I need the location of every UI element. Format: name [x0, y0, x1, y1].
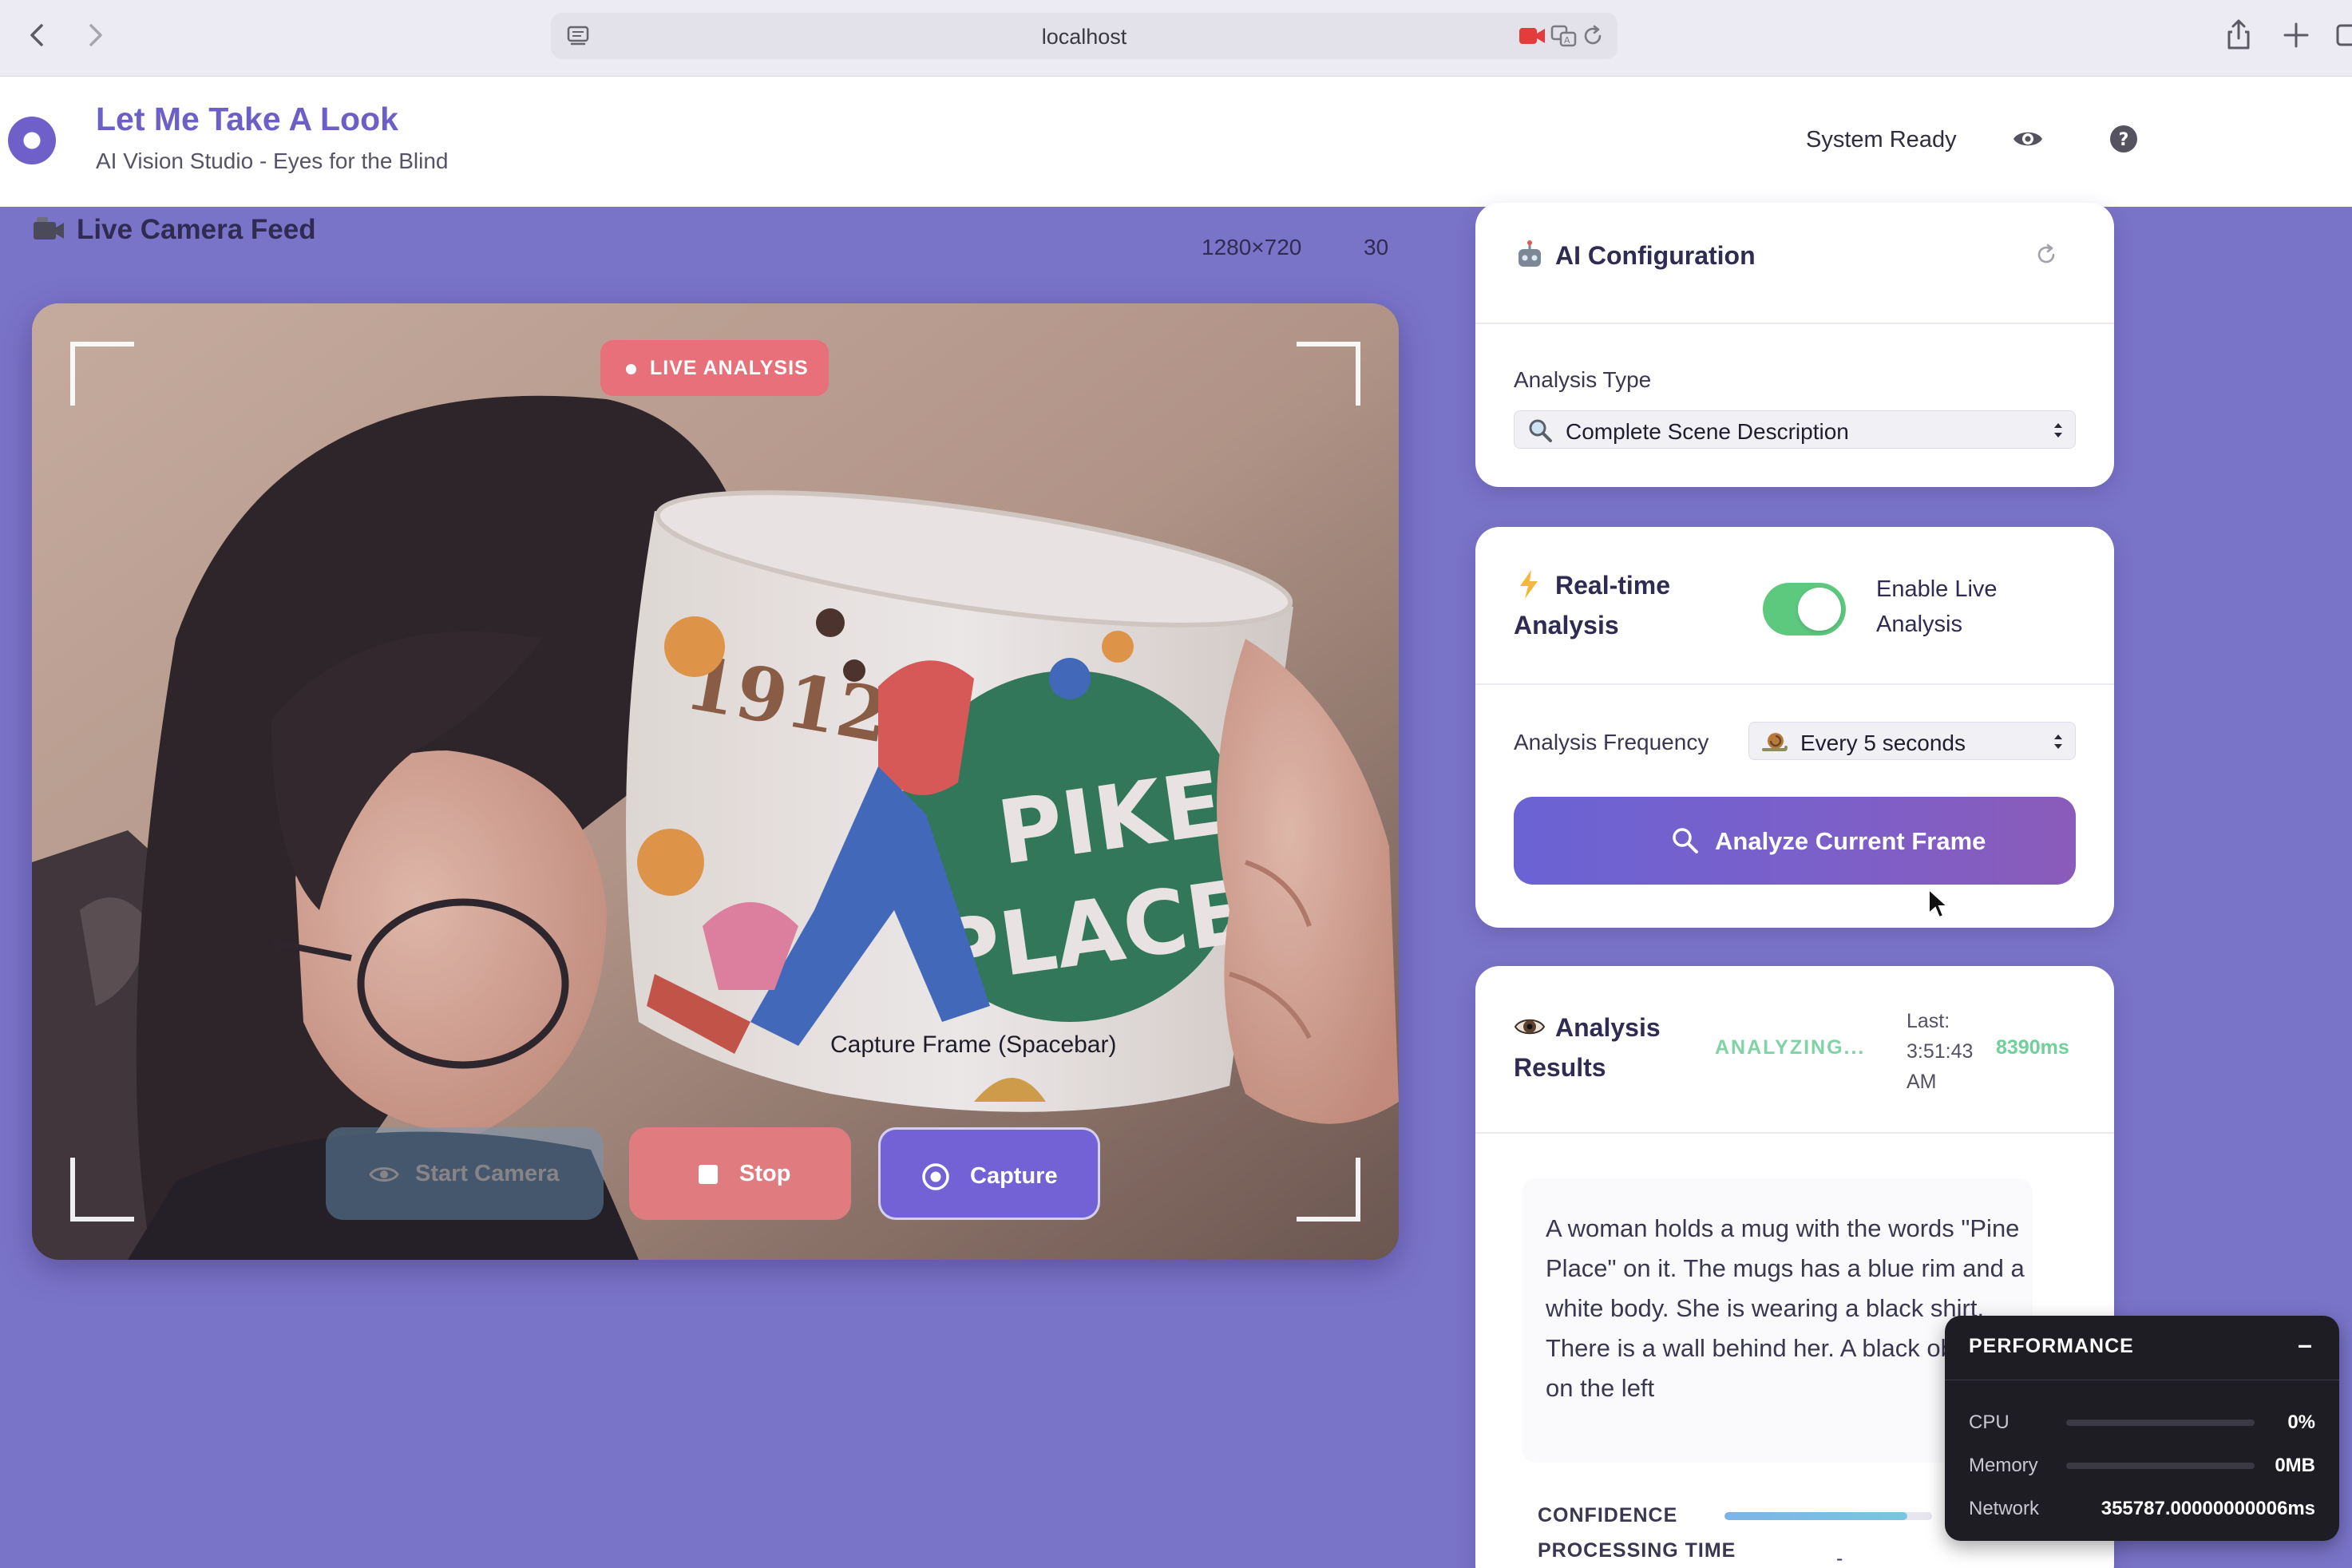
capture-target-icon	[922, 1163, 949, 1190]
frame-corner-top-right	[1297, 342, 1360, 406]
magnifier-icon	[1529, 419, 1552, 442]
app-header: Let Me Take A Look AI Vision Studio - Ey…	[0, 77, 2352, 207]
select-arrows-icon	[2054, 423, 2062, 438]
browser-toolbar: localhost A	[0, 0, 2352, 77]
snail-icon	[1762, 733, 1788, 751]
last-analysis-time: Last: 3:51:43 AM	[1907, 1010, 1974, 1093]
frame-corner-top-left	[70, 342, 134, 406]
stop-icon	[699, 1165, 718, 1184]
analysis-frequency-value: Every 5 seconds	[1800, 731, 1966, 755]
processing-time-value: -	[1836, 1547, 1843, 1568]
analysis-latency: 8390ms	[1996, 1036, 2069, 1059]
app-title: Let Me Take A Look	[96, 101, 398, 137]
camera-section-title: Live Camera Feed	[77, 214, 316, 245]
system-status: System Ready	[1806, 127, 1957, 152]
live-analysis-toggle-label: Enable Live Analysis	[1876, 576, 1998, 637]
memory-value: 0MB	[2275, 1455, 2315, 1476]
app-subtitle: AI Vision Studio - Eyes for the Blind	[96, 148, 449, 173]
search-icon	[1673, 828, 1698, 853]
live-analysis-badge: LIVE ANALYSIS	[600, 340, 829, 396]
stop-label: Stop	[739, 1161, 791, 1186]
stop-button[interactable]: Stop	[629, 1127, 851, 1220]
address-bar[interactable]: localhost A	[551, 13, 1617, 59]
svg-text:?: ?	[2119, 130, 2129, 150]
back-button[interactable]	[21, 18, 56, 53]
card-divider	[1475, 1132, 2114, 1134]
processing-time-label: PROCESSING TIME	[1538, 1539, 1736, 1562]
camera-scene-image: PIKE PLACE 1912	[32, 303, 1399, 1260]
performance-minimize-button[interactable]: –	[2293, 1330, 2317, 1360]
analyze-current-frame-label: Analyze Current Frame	[1715, 827, 1986, 855]
camera-video-feed[interactable]: PIKE PLACE 1912 LIVE ANALYSIS Capture Fr…	[32, 303, 1399, 1260]
tab-overview-icon[interactable]	[2336, 18, 2352, 53]
analysis-status: ANALYZING...	[1715, 1036, 1866, 1059]
card-divider	[1475, 323, 2114, 324]
frame-corner-bottom-left	[70, 1158, 134, 1222]
realtime-analysis-card: Real-time Analysis Enable Live Analysis …	[1475, 527, 2114, 928]
video-camera-icon	[34, 217, 64, 240]
toggle-knob	[1798, 588, 1841, 631]
eye-icon	[369, 1167, 399, 1182]
help-icon[interactable]: ?	[2108, 123, 2140, 155]
new-tab-icon[interactable]	[2279, 18, 2314, 53]
memory-label: Memory	[1969, 1455, 2038, 1476]
start-camera-button[interactable]: Start Camera	[326, 1127, 604, 1220]
capture-label: Capture	[970, 1163, 1058, 1189]
forward-button[interactable]	[77, 18, 112, 53]
confidence-label: CONFIDENCE	[1538, 1504, 1678, 1526]
analysis-type-value: Complete Scene Description	[1566, 419, 1849, 444]
chevron-left-icon	[30, 24, 43, 46]
translate-icon[interactable]: A	[1550, 24, 1578, 48]
analyze-current-frame-button[interactable]: Analyze Current Frame	[1514, 797, 2076, 885]
memory-bar	[2066, 1463, 2255, 1469]
performance-title: PERFORMANCE	[1969, 1335, 2134, 1357]
select-arrows-icon	[2054, 735, 2062, 749]
analysis-frequency-label: Analysis Frequency	[1514, 730, 1709, 754]
robot-icon	[1519, 240, 1541, 267]
ai-configuration-title: AI Configuration	[1555, 241, 1756, 270]
camera-fps: 30	[1364, 235, 1389, 259]
live-dot-icon	[626, 364, 636, 374]
cpu-value: 0%	[2287, 1412, 2315, 1433]
live-analysis-label: LIVE ANALYSIS	[650, 357, 809, 379]
analysis-type-select[interactable]: Complete Scene Description	[1514, 410, 2076, 449]
share-icon[interactable]	[2221, 18, 2256, 53]
analysis-type-label: Analysis Type	[1514, 367, 1652, 392]
capture-hint: Capture Frame (Spacebar)	[830, 1031, 1117, 1058]
confidence-bar-fill	[1724, 1512, 1907, 1520]
svg-text:A: A	[1564, 35, 1570, 46]
capture-button[interactable]: Capture	[878, 1127, 1100, 1220]
reload-icon[interactable]	[1581, 24, 1605, 48]
chevron-right-icon	[89, 24, 102, 46]
analysis-results-title: Analysis Results	[1514, 1013, 1661, 1082]
card-divider	[1475, 683, 2114, 685]
cpu-bar	[2066, 1420, 2255, 1426]
mouse-cursor-icon	[1928, 888, 1950, 919]
realtime-analysis-title: Real-time Analysis	[1514, 571, 1671, 639]
url-text: localhost	[1041, 25, 1127, 49]
network-value: 355787.00000000006ms	[2101, 1498, 2315, 1519]
performance-panel: PERFORMANCE – CPU 0% Memory 0MB Network …	[1945, 1316, 2339, 1541]
live-analysis-toggle[interactable]	[1763, 583, 1846, 636]
frame-corner-bottom-right	[1297, 1158, 1360, 1222]
analysis-frequency-select[interactable]: Every 5 seconds	[1748, 722, 2076, 760]
network-label: Network	[1969, 1498, 2040, 1519]
camera-in-use-icon[interactable]	[1519, 26, 1546, 46]
refresh-icon[interactable]	[2034, 243, 2058, 267]
start-camera-label: Start Camera	[415, 1161, 560, 1186]
ai-configuration-card: AI Configuration Analysis Type Complete …	[1475, 203, 2114, 487]
camera-resolution: 1280×720	[1202, 235, 1302, 259]
cpu-label: CPU	[1969, 1412, 2009, 1433]
app-logo	[8, 117, 56, 164]
eye-icon[interactable]	[2012, 123, 2044, 155]
confidence-bar	[1724, 1512, 1932, 1520]
